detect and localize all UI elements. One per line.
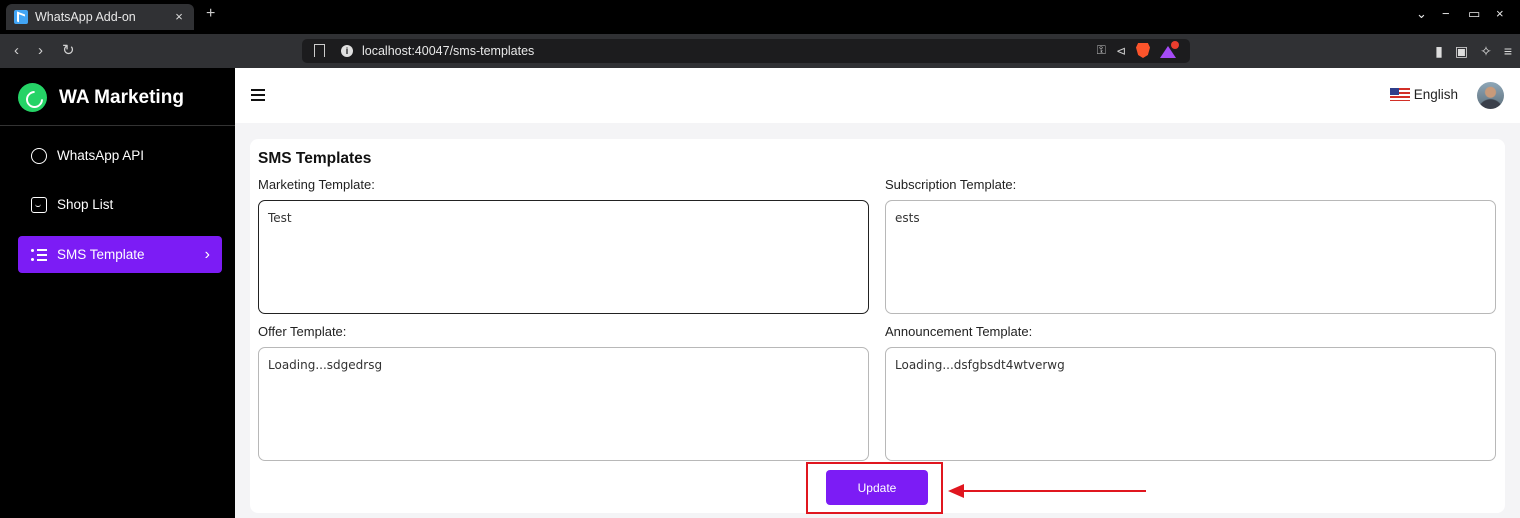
- brand[interactable]: WA Marketing: [18, 83, 184, 112]
- hamburger-menu-icon[interactable]: [251, 89, 265, 91]
- us-flag-icon: [1389, 88, 1410, 101]
- offer-template-input[interactable]: Loading...sdgedrsg: [258, 347, 869, 461]
- share-icon[interactable]: ⊲: [1116, 44, 1126, 58]
- sidebar-divider: [0, 125, 235, 126]
- back-icon[interactable]: ‹: [14, 43, 19, 59]
- sidebar-item-label: Shop List: [57, 197, 114, 212]
- list-icon: [31, 247, 47, 263]
- sidebar-item-whatsapp-api[interactable]: WhatsApp API: [18, 137, 222, 174]
- leo-ai-icon[interactable]: ✧: [1480, 43, 1492, 60]
- offer-template-label: Offer Template:: [258, 324, 347, 339]
- tab-search-chevron-icon[interactable]: ⌄: [1416, 6, 1427, 22]
- chevron-right-icon: ›: [204, 246, 210, 263]
- wallet-icon[interactable]: ▣: [1455, 43, 1468, 60]
- whatsapp-icon: [31, 147, 47, 164]
- page-title: SMS Templates: [258, 150, 372, 167]
- sidebar-item-label: SMS Template: [57, 247, 145, 262]
- avatar[interactable]: [1477, 82, 1504, 109]
- address-bar[interactable]: i localhost:40047/sms-templates ⚿ ⊲: [302, 39, 1190, 63]
- close-window-icon[interactable]: ×: [1496, 6, 1504, 21]
- browser-tab[interactable]: WhatsApp Add-on ×: [6, 4, 194, 30]
- announcement-template-input[interactable]: Loading...dsfgbsdt4wtverwg: [885, 347, 1496, 461]
- bookmark-icon[interactable]: [314, 44, 325, 57]
- reload-icon[interactable]: ↻: [62, 43, 75, 59]
- marketing-template-label: Marketing Template:: [258, 177, 375, 192]
- brave-rewards-icon[interactable]: [1160, 40, 1179, 58]
- browser-tab-bar: WhatsApp Add-on × + ⌄ − ▭ ×: [0, 0, 1520, 34]
- sidebar-item-sms-template[interactable]: SMS Template ›: [18, 236, 222, 273]
- key-icon[interactable]: ⚿: [1097, 43, 1106, 58]
- menu-icon[interactable]: ≡: [1504, 43, 1512, 60]
- language-label: English: [1413, 87, 1458, 102]
- forward-icon[interactable]: ›: [38, 43, 43, 59]
- sms-templates-card: SMS Templates Marketing Template: Test S…: [250, 139, 1505, 513]
- marketing-template-input[interactable]: Test: [258, 200, 869, 314]
- tab-title: WhatsApp Add-on: [35, 10, 136, 24]
- maximize-icon[interactable]: ▭: [1468, 6, 1480, 22]
- url-text[interactable]: localhost:40047/sms-templates: [362, 44, 534, 58]
- annotation-highlight-box: [806, 462, 943, 514]
- flutter-favicon-icon: [14, 10, 28, 24]
- brave-shields-icon[interactable]: [1136, 43, 1150, 58]
- sidebar-item-label: WhatsApp API: [57, 148, 145, 163]
- sidebar: WA Marketing WhatsApp API Shop List SMS …: [0, 68, 235, 518]
- whatsapp-logo-icon: [18, 83, 47, 112]
- main-content: English SMS Templates Marketing Template…: [235, 68, 1520, 518]
- minimize-icon[interactable]: −: [1442, 6, 1450, 21]
- site-info-icon[interactable]: i: [341, 45, 353, 57]
- sidebar-item-shop-list[interactable]: Shop List: [18, 186, 222, 223]
- subscription-template-label: Subscription Template:: [885, 177, 1017, 192]
- language-selector[interactable]: English: [1389, 87, 1458, 102]
- subscription-template-input[interactable]: ests: [885, 200, 1496, 314]
- tab-close-icon[interactable]: ×: [172, 10, 186, 24]
- browser-nav-bar: ‹ › ↻ i localhost:40047/sms-templates ⚿ …: [0, 34, 1520, 68]
- brand-name: WA Marketing: [59, 86, 184, 108]
- sidebar-toggle-icon[interactable]: ▮: [1435, 43, 1443, 60]
- announcement-template-label: Announcement Template:: [885, 324, 1033, 339]
- shop-icon: [31, 196, 47, 213]
- annotation-arrow-line: [962, 490, 1146, 492]
- top-bar: English: [235, 68, 1520, 123]
- new-tab-icon[interactable]: +: [206, 5, 215, 23]
